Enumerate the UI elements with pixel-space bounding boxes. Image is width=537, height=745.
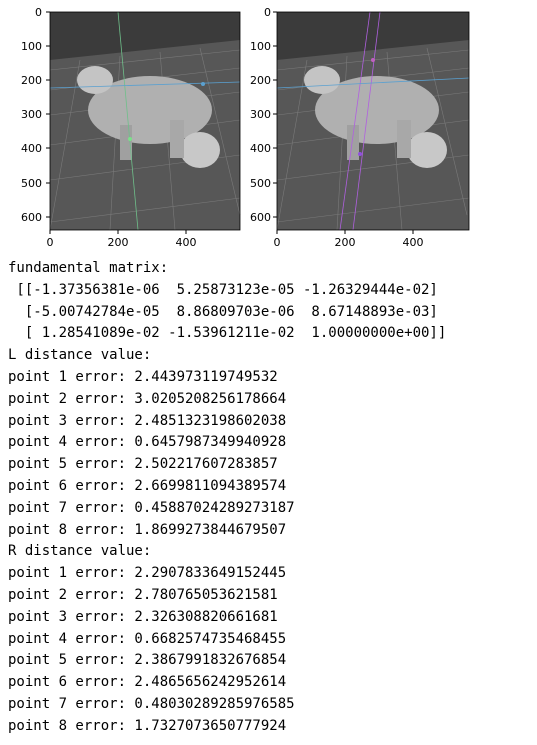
y-tick: 300 — [21, 108, 42, 121]
r-error-line: point 6 error: 2.4865656242952614 — [8, 674, 287, 691]
left-x-ticks: 0 200 400 — [47, 230, 197, 249]
r-error-line: point 4 error: 0.6682574735468455 — [8, 630, 287, 647]
y-tick: 100 — [21, 40, 42, 53]
right-x-ticks: 0 200 400 — [274, 230, 424, 249]
y-tick: 500 — [21, 177, 42, 190]
y-tick: 500 — [250, 177, 271, 190]
r-error-line: point 7 error: 0.48030289285976585 — [8, 695, 295, 712]
l-error-line: point 8 error: 1.8699273844679507 — [8, 521, 287, 538]
y-tick: 0 — [264, 6, 271, 19]
r-error-line: point 5 error: 2.3867991832676854 — [8, 652, 287, 669]
r-error-line: point 8 error: 1.7327073650777924 — [8, 717, 287, 734]
y-tick: 200 — [21, 74, 42, 87]
left-image-canvas — [49, 11, 241, 231]
r-error-line: point 3 error: 2.326308820661681 — [8, 608, 278, 625]
y-tick: 300 — [250, 108, 271, 121]
left-y-ticks: 0 100 200 300 400 500 600 — [21, 6, 50, 224]
y-tick: 0 — [35, 6, 42, 19]
l-error-line: point 5 error: 2.502217607283857 — [8, 456, 278, 473]
x-tick: 200 — [335, 236, 356, 249]
l-error-line: point 2 error: 3.0205208256178664 — [8, 390, 287, 407]
matrix-row: [ 1.28541089e-02 -1.53961211e-02 1.00000… — [8, 325, 447, 342]
r-distance-label: R distance value: — [8, 543, 152, 560]
x-tick: 400 — [403, 236, 424, 249]
right-image-canvas — [276, 11, 470, 231]
right-y-ticks: 0 100 200 300 400 500 600 — [250, 6, 277, 224]
r-error-line: point 1 error: 2.2907833649152445 — [8, 565, 287, 582]
matrix-row: [-5.00742784e-05 8.86809703e-06 8.671488… — [8, 303, 438, 320]
right-plot: 0 100 200 300 400 500 600 0 200 400 — [250, 6, 470, 249]
l-error-line: point 4 error: 0.6457987349940928 — [8, 434, 287, 451]
l-error-line: point 6 error: 2.6699811094389574 — [8, 477, 287, 494]
x-tick: 400 — [176, 236, 197, 249]
x-tick: 200 — [108, 236, 129, 249]
matrix-row: [[-1.37356381e-06 5.25873123e-05 -1.2632… — [8, 281, 438, 298]
l-error-line: point 7 error: 0.45887024289273187 — [8, 499, 295, 516]
y-tick: 600 — [21, 211, 42, 224]
x-tick: 0 — [47, 236, 54, 249]
l-error-line: point 3 error: 2.4851323198602038 — [8, 412, 287, 429]
x-tick: 0 — [274, 236, 281, 249]
y-tick: 100 — [250, 40, 271, 53]
fundamental-label: fundamental matrix: — [8, 260, 169, 276]
l-error-line: point 1 error: 2.443973119749532 — [8, 368, 278, 385]
console-output: fundamental matrix: [[-1.37356381e-06 5.… — [8, 258, 533, 738]
y-tick: 400 — [250, 142, 271, 155]
left-plot: 0 100 200 300 400 500 600 0 200 400 — [21, 6, 241, 249]
y-tick: 600 — [250, 211, 271, 224]
y-tick: 200 — [250, 74, 271, 87]
y-tick: 400 — [21, 142, 42, 155]
l-distance-label: L distance value: — [8, 347, 152, 364]
r-error-line: point 2 error: 2.780765053621581 — [8, 586, 278, 603]
